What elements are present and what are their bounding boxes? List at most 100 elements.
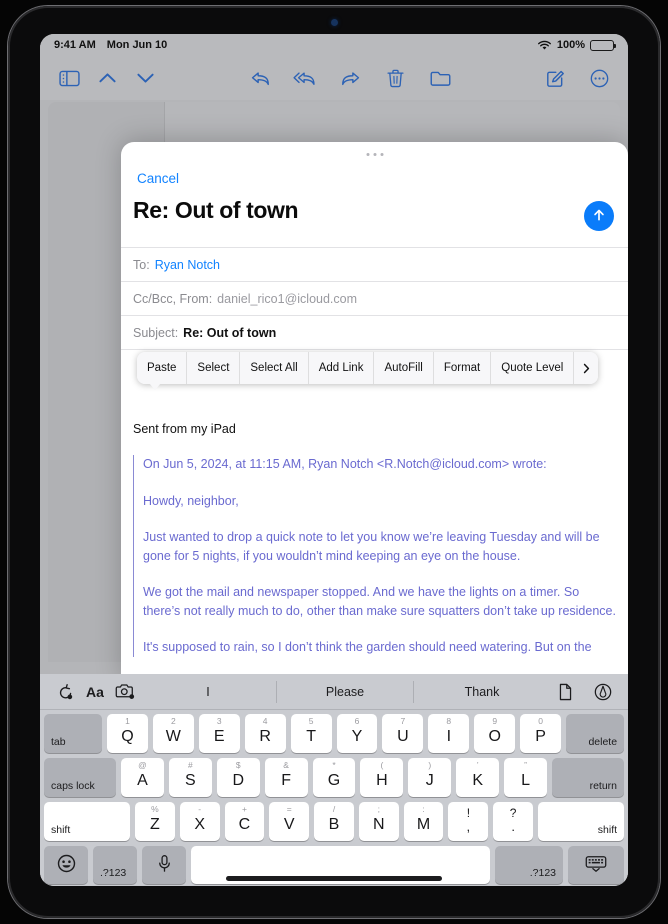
key-i[interactable]: 8I — [428, 714, 470, 753]
key-b[interactable]: / B — [314, 802, 354, 841]
key-h[interactable]: (H — [360, 758, 404, 797]
key-s[interactable]: # S — [168, 758, 212, 797]
compose-sheet: Cancel Re: Out of town To: Ryan Notch Cc… — [121, 142, 628, 682]
key-shift-right[interactable]: shift — [538, 802, 625, 841]
key-e[interactable]: 3E — [198, 714, 240, 753]
suggestion-2[interactable]: Please — [277, 680, 414, 703]
context-menu-item-paste[interactable]: Paste — [137, 352, 188, 384]
key-j[interactable]: ) J — [408, 758, 452, 797]
cc-bcc-from-field-row[interactable]: Cc/Bcc, From: daniel_rico1@icloud.com — [121, 281, 628, 315]
cancel-button[interactable]: Cancel — [133, 169, 183, 188]
key-m[interactable]: :M — [403, 802, 444, 841]
subject-field-label: Subject: — [133, 325, 179, 340]
key-dictation[interactable] — [142, 846, 186, 884]
key-x[interactable]: -X — [179, 802, 220, 841]
key-f[interactable]: & F — [264, 758, 308, 797]
key-l[interactable]: ” L — [504, 758, 548, 797]
key-k[interactable]: ’ K — [456, 758, 500, 797]
key-g[interactable]: * G — [312, 758, 356, 797]
quote-line: Just wanted to drop a quick note to let … — [143, 530, 600, 563]
context-menu-item-quote-level[interactable]: Quote Level — [491, 352, 575, 384]
battery-percent-label: 100% — [556, 39, 585, 51]
suggestion-3[interactable]: Thank — [414, 681, 550, 703]
trash-icon[interactable] — [380, 63, 410, 93]
context-menu-item-select-all[interactable]: Select All — [240, 352, 309, 384]
reply-all-icon[interactable] — [290, 63, 320, 93]
forward-icon[interactable] — [335, 63, 365, 93]
text-format-icon[interactable]: Aa — [80, 677, 110, 707]
key-numbers-right[interactable]: .?123 — [495, 846, 563, 884]
key-caps-lock[interactable]: caps lock — [44, 758, 116, 797]
more-icon[interactable] — [584, 63, 614, 93]
from-address-value[interactable]: daniel_rico1@icloud.com — [217, 292, 357, 306]
key-delete[interactable]: delete — [566, 714, 625, 753]
key-p[interactable]: 0P — [520, 714, 562, 753]
microphone-icon — [158, 854, 171, 876]
key-w[interactable]: 2W — [152, 714, 194, 753]
key-n[interactable]: ; N — [358, 802, 399, 841]
context-menu-item-format[interactable]: Format — [433, 352, 492, 384]
message-body[interactable]: Sent from my iPad On Jun 5, 2024, at 11:… — [121, 422, 628, 682]
key-numbers-left[interactable]: .?123 — [93, 846, 137, 884]
cc-bcc-from-field-label: Cc/Bcc, From: — [133, 291, 213, 306]
undo-icon[interactable] — [50, 677, 80, 707]
suggestion-1[interactable]: I — [140, 680, 277, 703]
key-tab[interactable]: tab — [44, 714, 102, 753]
context-menu-item-autofill[interactable]: AutoFill — [374, 352, 434, 384]
ipad-screen: 9:41 AM Mon Jun 10 100% Cancel Re: Out o… — [40, 34, 628, 886]
markup-icon[interactable] — [588, 677, 618, 707]
send-button[interactable] — [584, 201, 614, 231]
sheet-grabber[interactable] — [366, 153, 383, 156]
wifi-icon — [537, 40, 552, 51]
key-rows: tab 1Q 2W 3E 4R 5T 6 Y 7 U 8 I 9 O 0 P d… — [40, 710, 628, 884]
status-bar: 9:41 AM Mon Jun 10 100% — [40, 34, 628, 56]
subject-field-row[interactable]: Subject: Re: Out of town — [121, 315, 628, 349]
status-bar-time: 9:41 AM — [54, 39, 96, 51]
to-field-label: To: — [133, 257, 150, 272]
key-u[interactable]: 7U — [382, 714, 424, 753]
context-menu-item-add-link[interactable]: Add Link — [308, 352, 375, 384]
key-r[interactable]: 4R — [244, 714, 286, 753]
to-field-value[interactable]: Ryan Notch — [155, 258, 220, 272]
onscreen-keyboard: Aa I Please Thank tab 1 Q 2 W 3 E 4 R 5 … — [40, 674, 628, 886]
document-icon[interactable] — [550, 677, 580, 707]
key-c[interactable]: + C — [224, 802, 265, 841]
key-period[interactable]: ?. — [493, 802, 534, 841]
field-divider — [121, 349, 628, 350]
folder-icon[interactable] — [425, 63, 455, 93]
mail-toolbar — [40, 56, 628, 100]
chevron-up-icon[interactable] — [92, 63, 122, 93]
key-y[interactable]: 6Y — [336, 714, 378, 753]
key-return[interactable]: return — [552, 758, 625, 797]
home-indicator[interactable] — [226, 876, 442, 881]
key-shift-left[interactable]: shift — [44, 802, 130, 841]
signature-text: Sent from my iPad — [133, 422, 236, 436]
context-menu-tail — [149, 383, 161, 390]
reply-icon[interactable] — [245, 63, 275, 93]
camera-icon[interactable] — [110, 677, 140, 707]
chevron-down-icon[interactable] — [130, 63, 160, 93]
battery-icon — [590, 39, 616, 51]
keyboard-dismiss-icon — [585, 855, 607, 875]
sidebar-toggle-icon[interactable] — [54, 63, 84, 93]
key-a[interactable]: @ A — [121, 758, 164, 797]
quote-line: We got the mail and newspaper stopped. A… — [143, 585, 616, 618]
key-z[interactable]: % Z — [135, 802, 175, 841]
key-q[interactable]: 1Q — [107, 714, 148, 753]
compose-icon[interactable] — [540, 63, 570, 93]
key-d[interactable]: $ D — [216, 758, 260, 797]
status-bar-date: Mon Jun 10 — [106, 39, 168, 51]
key-emoji[interactable] — [44, 846, 88, 884]
key-t[interactable]: 5T — [290, 714, 332, 753]
emoji-icon — [57, 854, 76, 876]
key-v[interactable]: = V — [269, 802, 310, 841]
to-field-row[interactable]: To: Ryan Notch — [121, 247, 628, 281]
key-comma[interactable]: !, — [448, 802, 489, 841]
key-o[interactable]: 9O — [474, 714, 516, 753]
chevron-right-icon[interactable] — [574, 352, 599, 384]
context-menu-item-select[interactable]: Select — [187, 352, 241, 384]
key-dismiss-keyboard[interactable] — [568, 846, 624, 884]
subject-field-value[interactable]: Re: Out of town — [183, 326, 276, 340]
predictive-toolbar: Aa I Please Thank — [40, 674, 628, 710]
compose-title: Re: Out of town — [133, 197, 299, 223]
